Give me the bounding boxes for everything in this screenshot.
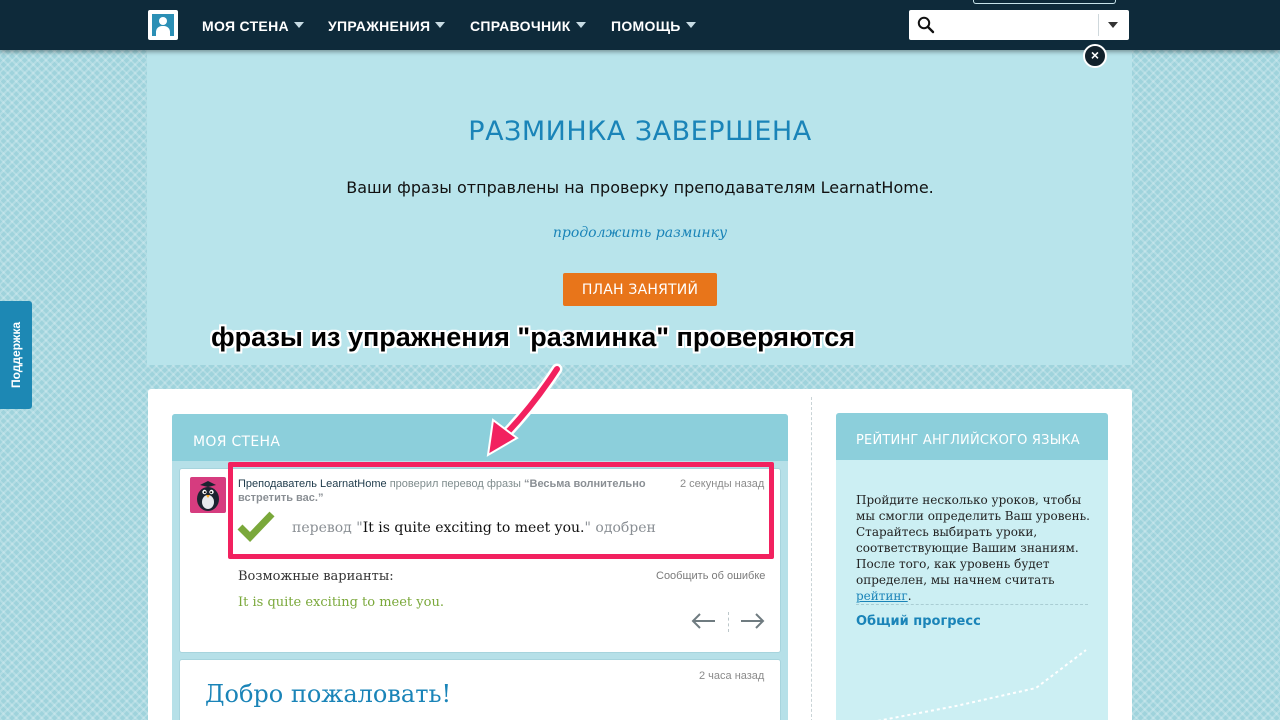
close-icon[interactable]: ×: [1083, 44, 1107, 68]
penguin-icon: [197, 481, 219, 511]
rating-header: РЕЙТИНГ АНГЛИЙСКОГО ЯЗЫКА: [836, 413, 1108, 460]
nav-item-help[interactable]: ПОМОЩЬ: [611, 0, 696, 50]
arrow-left-icon[interactable]: [690, 609, 718, 633]
nav-item-exercises[interactable]: УПРАЖНЕНИЯ: [328, 0, 446, 50]
rating-divider: [856, 604, 1088, 605]
user-icon[interactable]: [148, 10, 178, 40]
chevron-down-icon: [435, 22, 446, 29]
rating-title: РЕЙТИНГ АНГЛИЙСКОГО ЯЗЫКА: [856, 433, 1080, 448]
top-dropdown-tab: [973, 0, 1116, 4]
teacher-avatar: [190, 477, 226, 513]
support-tab[interactable]: Поддержка: [0, 301, 32, 409]
variant-value: It is quite exciting to meet you.: [238, 595, 444, 610]
arrow-right-icon[interactable]: [738, 609, 766, 633]
welcome-title: Добро пожаловать!: [205, 680, 452, 708]
warmup-complete-panel: [147, 50, 1132, 365]
search-input[interactable]: [941, 14, 1091, 36]
progress-chart: [877, 649, 1087, 720]
nav-item-my-wall[interactable]: МОЯ СТЕНА: [202, 0, 304, 50]
welcome-timestamp: 2 часа назад: [699, 670, 765, 682]
nav-item-reference[interactable]: СПРАВОЧНИК: [470, 0, 586, 50]
overall-progress-label[interactable]: Общий прогресс: [856, 614, 981, 629]
warmup-subtitle: Ваши фразы отправлены на проверку препод…: [346, 178, 934, 197]
search-icon[interactable]: [917, 16, 935, 34]
chevron-down-icon: [685, 22, 696, 29]
search-dropdown-icon[interactable]: [1108, 22, 1118, 28]
my-wall-header: МОЯ СТЕНА: [172, 414, 788, 461]
column-divider: [811, 397, 812, 720]
variants-label: Возможные варианты:: [238, 569, 394, 584]
lesson-plan-button[interactable]: ПЛАН ЗАНЯТИЙ: [563, 273, 717, 306]
top-navigation-bar: МОЯ СТЕНА УПРАЖНЕНИЯ СПРАВОЧНИК ПОМОЩЬ: [0, 0, 1280, 50]
my-wall-title: МОЯ СТЕНА: [193, 434, 281, 450]
rating-link[interactable]: рейтинг: [856, 589, 908, 603]
arrow-separator: [728, 612, 729, 632]
annotation-highlight-box: [228, 462, 774, 559]
rating-description: Пройдите несколько уроков, чтобы мы смог…: [856, 493, 1090, 603]
warmup-title: РАЗМИНКА ЗАВЕРШЕНА: [468, 116, 812, 147]
annotation-caption: фразы из упражнения "разминка" проверяют…: [211, 322, 855, 352]
report-error-link[interactable]: Сообщить об ошибке: [656, 570, 765, 582]
continue-warmup-link[interactable]: продолжить разминку: [0, 225, 1280, 241]
support-tab-label: Поддержка: [9, 321, 23, 389]
chevron-down-icon: [293, 22, 304, 29]
search-divider: [1098, 14, 1099, 36]
search-box: [909, 10, 1129, 40]
chevron-down-icon: [575, 22, 586, 29]
